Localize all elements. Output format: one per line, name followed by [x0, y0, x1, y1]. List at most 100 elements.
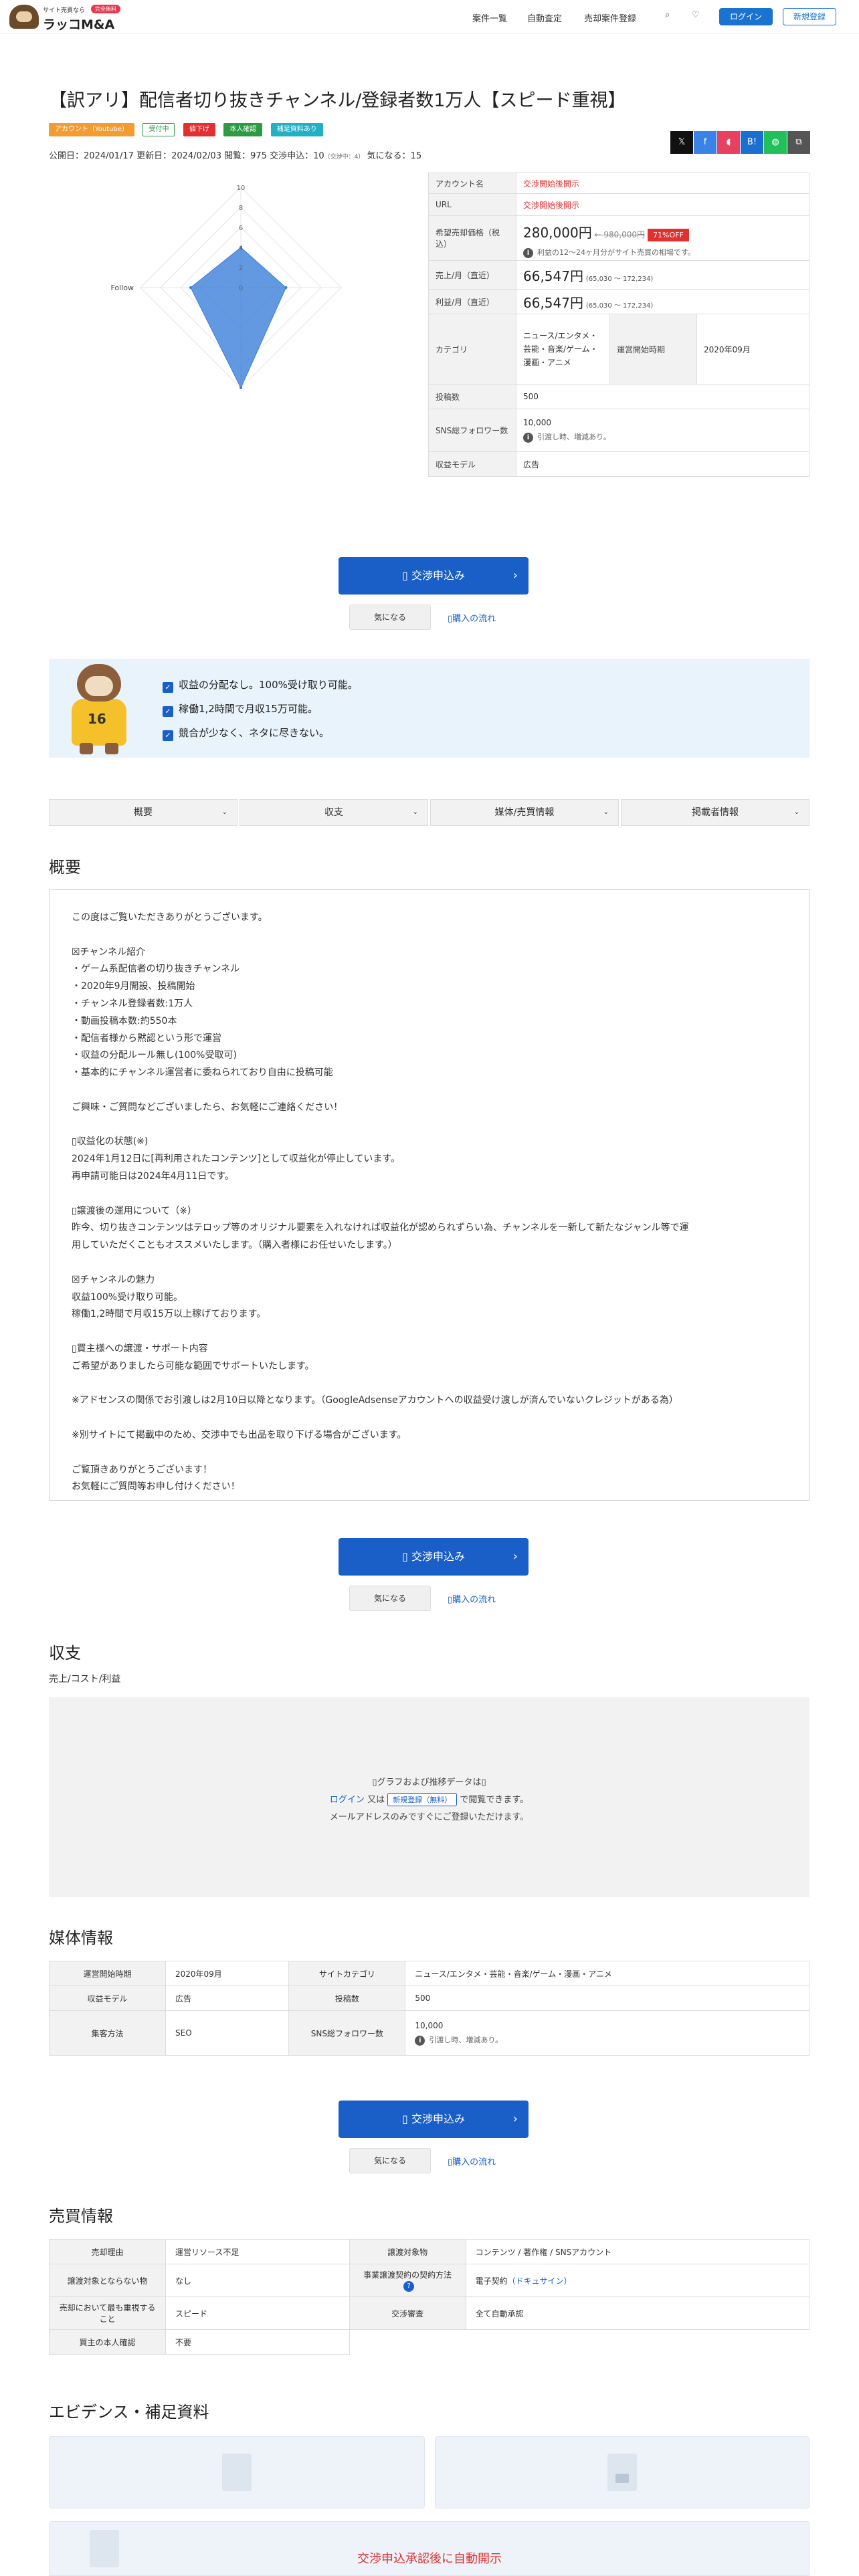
trade-label: 売却理由 — [49, 2239, 166, 2264]
login-button[interactable]: ログイン — [719, 8, 773, 25]
tab-media-trade[interactable]: 媒体/売買情報 ⌄ — [430, 799, 619, 826]
overview-line: ・チャンネル登録者数:1万人 — [72, 998, 193, 1009]
radar-tick-label: 4 — [239, 245, 243, 252]
media-value: 2020年09月 — [165, 1961, 290, 1986]
lock-tail: で閲覧できます。 — [460, 1795, 529, 1805]
sales-value: 66,547円 — [523, 267, 583, 284]
spec-label: アカウント名 — [428, 173, 516, 194]
media-table: 運営開始時期 2020年09月 サイトカテゴリ ニュース/エンタメ・芸能・音楽/ゲーム… — [49, 1961, 809, 2056]
trade-value: なし — [165, 2264, 350, 2297]
register-button[interactable]: 新規登録 — [783, 8, 836, 25]
media-value: ニュース/エンタメ・芸能・音楽/ゲーム・漫画・アニメ — [405, 1961, 809, 1986]
free-register-button[interactable]: 新規登録（無料） — [387, 1793, 458, 1806]
chat-icon: ▯ — [402, 2113, 411, 2125]
site-header: サイト売買なら 完全無料 ラッコM&A 案件一覧 自動査定 売却案件登録 ⌕ ♡… — [0, 0, 859, 33]
copy-icon[interactable]: ⧉ — [787, 131, 810, 154]
help-icon[interactable]: ? — [403, 2281, 415, 2292]
x-icon[interactable]: 𝕏 — [670, 131, 693, 154]
radar-point — [189, 286, 192, 289]
purchase-flow-link[interactable]: ▯購入の流れ — [448, 2155, 496, 2167]
price-note: 利益の12〜24ヶ月分がサイト売買の相場です。 — [537, 248, 695, 257]
evidence-image[interactable] — [435, 2436, 809, 2508]
posts-value: 500 — [516, 384, 809, 409]
tab-seller[interactable]: 掲載者情報 ⌄ — [621, 799, 809, 826]
trade-value: コンテンツ / 著作権 / SNSアカウント — [465, 2239, 810, 2264]
overview-line: ・配信者様から黙認という形で運営 — [72, 1033, 221, 1044]
nav-listings[interactable]: 案件一覧 — [472, 11, 507, 24]
radar-chart: 10 8 6 4 2 0 Follow — [110, 185, 342, 389]
radar-point — [284, 286, 288, 289]
negotiate-button[interactable]: ▯ 交渉申込み › — [339, 1538, 529, 1576]
negotiate-button[interactable]: ▯ 交渉申込み › — [339, 2101, 529, 2138]
overview-heading: 概要 — [49, 858, 81, 877]
overview-line: ご興味・ご質問などございましたら、お気軽にご連絡ください！ — [72, 1101, 343, 1113]
overview-line: 再申請可能日は2024年4月11日です。 — [72, 1171, 234, 1182]
line-icon[interactable]: ◍ — [764, 131, 787, 154]
pocket-icon[interactable]: ◖ — [717, 131, 740, 154]
appeal-text: 稼働1,2時間で月収15万可能。 — [179, 703, 318, 715]
interest-button[interactable]: 気になる — [349, 1586, 431, 1611]
purchase-flow-link[interactable]: ▯購入の流れ — [448, 611, 496, 624]
site-logo[interactable]: サイト売買なら 完全無料 ラッコM&A — [9, 3, 150, 32]
radar-point — [240, 387, 242, 389]
tab-finance[interactable]: 収支 ⌄ — [240, 799, 428, 826]
tab-overview[interactable]: 概要 ⌄ — [49, 799, 237, 826]
interest-button[interactable]: 気になる — [349, 605, 431, 630]
logo-tagline: サイト売買なら — [43, 7, 86, 14]
chevron-down-icon: ⌄ — [793, 809, 799, 816]
document-icon — [222, 2454, 252, 2491]
appeal-text: 競合が少なく、ネタに尽きない。 — [179, 727, 330, 739]
sns-value: 10,000 — [523, 418, 551, 427]
login-link[interactable]: ログイン — [330, 1795, 365, 1805]
spec-label: URL — [428, 193, 516, 216]
negotiate-label: 交渉申込み — [411, 569, 465, 582]
purchase-flow-link[interactable]: ▯購入の流れ — [448, 1592, 496, 1605]
lock-message: ▯グラフおよび推移データは▯ — [372, 1778, 486, 1788]
share-buttons: 𝕏f ◖ B! ◍ ⧉ — [670, 131, 810, 154]
overview-line: ・ゲーム系配信者の切り抜きチャンネル — [72, 964, 240, 975]
radar-tick-label: 6 — [239, 225, 243, 232]
media-label: 収益モデル — [49, 1985, 166, 2011]
lock-cta: ログイン 又は 新規登録（無料） で閲覧できます。 — [49, 1792, 809, 1806]
search-icon[interactable]: ⌕ — [665, 10, 670, 20]
sns-note: 引渡し時、増減あり。 — [537, 433, 611, 441]
nav-sell-register[interactable]: 売却案件登録 — [584, 11, 636, 24]
hatena-icon[interactable]: B! — [741, 131, 763, 154]
spec-label: 利益/月（直近） — [428, 289, 516, 314]
interest-button[interactable]: 気になる — [349, 2148, 431, 2173]
media-label: SNS総フォロワー数 — [288, 2010, 406, 2056]
overview-line: ・動画投稿本数:約550本 — [72, 1015, 177, 1027]
mascot-number: 16 — [88, 711, 106, 727]
overview-line: 用していただくこともオススメいたします。（購入者様にお任せいたします。） — [72, 1240, 397, 1251]
purchase-flow-label: 購入の流れ — [452, 2157, 496, 2167]
evidence-document[interactable] — [49, 2436, 425, 2508]
media-value: SEO — [165, 2010, 290, 2056]
overview-line: ※別サイトにて掲載中のため、交渉中でも出品を取り下げる場合がございます。 — [72, 1430, 407, 1440]
heart-icon[interactable]: ♡ — [692, 10, 700, 20]
nav-auto-appraisal[interactable]: 自動査定 — [527, 11, 562, 24]
trade-value: 運営リソース不足 — [165, 2239, 350, 2264]
chevron-right-icon: › — [512, 2112, 518, 2126]
radar-tick-label: 10 — [237, 185, 246, 192]
overview-line: ☒チャンネル紹介 — [72, 946, 146, 958]
trade-heading: 売買情報 — [49, 2207, 113, 2226]
overview-line: ▯収益化の状態(※) — [72, 1136, 149, 1148]
logo-badge: 完全無料 — [91, 5, 120, 13]
media-value: 500 — [405, 1985, 809, 2011]
tab-label: 媒体/売買情報 — [494, 807, 555, 818]
appeal-text: 収益の分配なし。100%受け取り可能。 — [179, 679, 358, 691]
facebook-icon[interactable]: f — [694, 131, 717, 154]
negotiate-button[interactable]: ▯ 交渉申込み › — [339, 557, 529, 595]
otter-logo-icon — [9, 5, 39, 29]
check-icon: ✓ — [163, 706, 173, 717]
spec-label: 運営開始時期 — [609, 314, 697, 385]
spec-label: SNS総フォロワー数 — [428, 409, 516, 452]
media-label: 集客方法 — [49, 2010, 166, 2056]
tag-price-down: 値下げ — [183, 123, 215, 136]
spec-label: 売上/月（直近） — [428, 260, 516, 290]
evidence-document — [49, 2521, 809, 2576]
discount-badge: 71%OFF — [648, 229, 689, 241]
docusign-link[interactable]: （ドキュサイン） — [508, 2276, 572, 2286]
evidence-lock-note: 交渉申込承認後に自動開示 — [357, 2552, 502, 2566]
tab-label: 収支 — [324, 807, 343, 818]
